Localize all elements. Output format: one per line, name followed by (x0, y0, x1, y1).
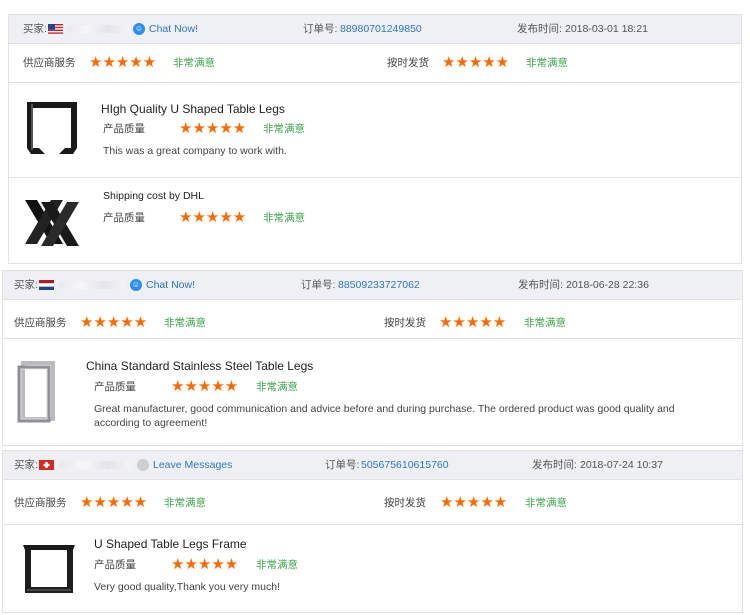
buyer-label: 买家: (14, 459, 38, 471)
date-label: 发布时间: (518, 279, 563, 291)
review-header: 买家: ☺ Chat Now! 订单号: 88509233727062 发布时间… (3, 271, 742, 300)
order-label: 订单号: (325, 459, 360, 471)
service-row: 供应商服务 ★★★★★ 非常满意 按时发货 ★★★★★ 非常满意 (9, 44, 741, 83)
product-review: U Shaped Table Legs Frame 产品质量 ★★★★★ 非常满… (3, 525, 742, 613)
quality-rating-text: 非常满意 (256, 381, 298, 393)
review-date: 2018-07-24 10:37 (580, 459, 663, 471)
product-title[interactable]: Shipping cost by DHL (103, 188, 204, 204)
service-label: 供应商服务 (14, 497, 67, 509)
x-table-leg-thumbnail (25, 200, 79, 246)
buyer-label: 买家: (14, 279, 38, 291)
u-table-leg-thumbnail (27, 102, 77, 154)
delivery-rating-text: 非常满意 (526, 57, 568, 69)
delivery-rating-stars: ★★★★★ (442, 54, 510, 71)
service-rating-stars: ★★★★★ (80, 314, 148, 331)
date-label: 发布时间: (532, 459, 577, 471)
service-row: 供应商服务 ★★★★★ 非常满意 按时发货 ★★★★★ 非常满意 (3, 300, 742, 339)
review-card: 买家: Leave Messages 订单号: 505675610615760 … (2, 450, 743, 613)
quality-rating-stars: ★★★★★ (171, 556, 239, 573)
quality-label: 产品质量 (103, 123, 145, 135)
quality-rating-stars: ★★★★★ (171, 378, 239, 395)
buyer-name (59, 281, 125, 289)
quality-rating-stars: ★★★★★ (179, 120, 247, 137)
quality-rating-text: 非常满意 (256, 559, 298, 571)
order-label: 订单号: (301, 279, 336, 291)
delivery-rating-stars: ★★★★★ (439, 314, 507, 331)
delivery-rating-stars: ★★★★★ (440, 494, 508, 511)
delivery-rating-text: 非常满意 (525, 497, 567, 509)
delivery-label: 按时发货 (384, 497, 426, 509)
service-rating-text: 非常满意 (164, 317, 206, 329)
service-row: 供应商服务 ★★★★★ 非常满意 按时发货 ★★★★★ 非常满意 (3, 480, 742, 525)
quality-rating-text: 非常满意 (263, 123, 305, 135)
service-rating-stars: ★★★★★ (89, 54, 157, 71)
review-header: 买家: Leave Messages 订单号: 505675610615760 … (3, 451, 742, 480)
service-label: 供应商服务 (23, 57, 76, 69)
service-rating-stars: ★★★★★ (80, 494, 148, 511)
product-review: Shipping cost by DHL 产品质量 ★★★★★ 非常满意 (9, 178, 741, 264)
product-title[interactable]: HIgh Quality U Shaped Table Legs (101, 101, 285, 117)
product-review: HIgh Quality U Shaped Table Legs 产品质量 ★★… (9, 83, 741, 177)
quality-label: 产品质量 (103, 212, 145, 224)
quality-rating-text: 非常满意 (263, 212, 305, 224)
order-number[interactable]: 88980701249850 (340, 15, 422, 43)
product-title[interactable]: China Standard Stainless Steel Table Leg… (86, 358, 313, 374)
product-review: China Standard Stainless Steel Table Leg… (3, 347, 742, 445)
review-card: 买家: ☺ Chat Now! 订单号: 88509233727062 发布时间… (2, 270, 743, 446)
delivery-rating-text: 非常满意 (524, 317, 566, 329)
order-number[interactable]: 88509233727062 (338, 271, 420, 299)
chat-now-link[interactable]: Chat Now! (149, 15, 198, 43)
review-comment: Great manufacturer, good communication a… (94, 403, 675, 429)
quality-label: 产品质量 (94, 559, 136, 571)
u-frame-thumbnail (23, 545, 75, 593)
order-label: 订单号: (303, 23, 338, 35)
message-icon[interactable] (137, 459, 149, 471)
service-label: 供应商服务 (14, 317, 67, 329)
review-date: 2018-06-28 22:36 (566, 279, 649, 291)
review-comment: Very good quality,Thank you very much! (94, 581, 280, 593)
us-flag-icon (48, 24, 63, 34)
buyer-label: 买家: (23, 23, 47, 35)
chat-icon[interactable]: ☺ (133, 23, 145, 35)
service-rating-text: 非常满意 (164, 497, 206, 509)
review-comment: This was a great company to work with. (103, 145, 287, 157)
service-rating-text: 非常满意 (173, 57, 215, 69)
stainless-table-leg-thumbnail (17, 361, 55, 423)
product-title[interactable]: U Shaped Table Legs Frame (94, 536, 247, 552)
review-date: 2018-03-01 18:21 (565, 23, 648, 35)
review-header: 买家: ☺ Chat Now! 订单号: 88980701249850 发布时间… (9, 15, 741, 44)
quality-rating-stars: ★★★★★ (179, 209, 247, 226)
review-card: 买家: ☺ Chat Now! 订单号: 88980701249850 发布时间… (8, 14, 742, 264)
chat-now-link[interactable]: Chat Now! (146, 271, 195, 299)
switzerland-flag-icon (39, 460, 54, 470)
chat-icon[interactable]: ☺ (130, 279, 142, 291)
netherlands-flag-icon (39, 280, 54, 290)
buyer-name (59, 461, 131, 469)
order-number[interactable]: 505675610615760 (361, 451, 449, 479)
quality-label: 产品质量 (94, 381, 136, 393)
date-label: 发布时间: (517, 23, 562, 35)
delivery-label: 按时发货 (387, 57, 429, 69)
leave-messages-link[interactable]: Leave Messages (153, 451, 232, 479)
buyer-name (67, 25, 129, 33)
delivery-label: 按时发货 (384, 317, 426, 329)
